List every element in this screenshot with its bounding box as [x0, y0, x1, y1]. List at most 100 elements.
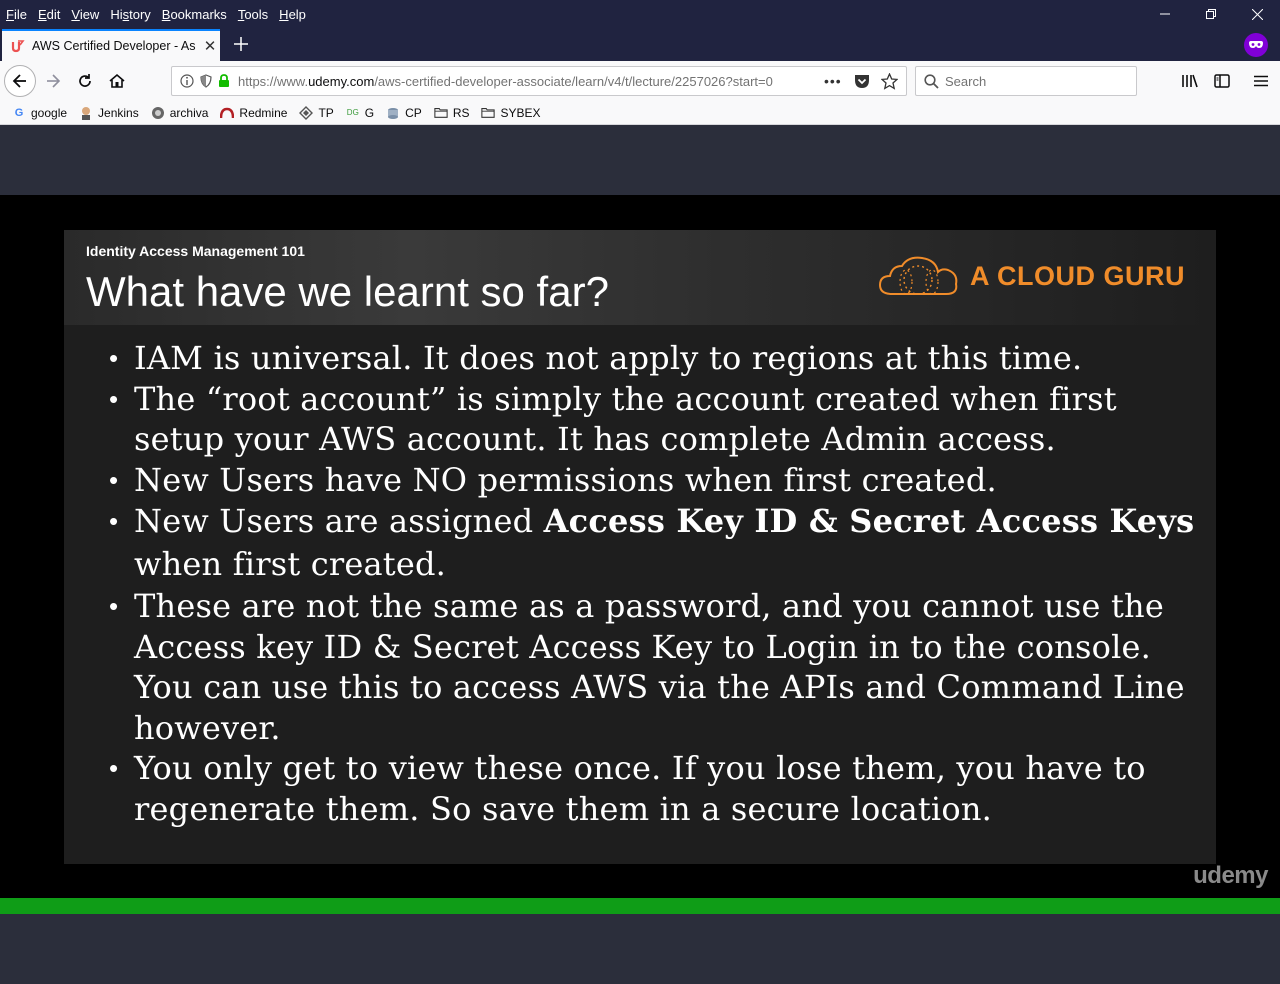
pocket-icon[interactable]	[854, 74, 870, 89]
menu-bar: File Edit View History Bookmarks Tools H…	[0, 0, 1280, 28]
library-icon	[1182, 74, 1198, 88]
bullet-text-bold: Access Key ID & Secret Access Keys	[543, 502, 1195, 540]
bookmark-jenkins[interactable]: Jenkins	[79, 106, 139, 120]
folder-icon	[481, 106, 496, 120]
menu-history-rest: tory	[129, 6, 151, 22]
info-icon[interactable]	[180, 74, 194, 88]
bullet-item: These are not the same as a password, an…	[109, 586, 1199, 748]
page-content: Identity Access Management 101 What have…	[0, 125, 1280, 984]
bookmark-label: Redmine	[239, 105, 288, 120]
bookmark-redmine[interactable]: Redmine	[220, 106, 287, 120]
bullet-list: IAM is universal. It does not apply to r…	[109, 338, 1199, 829]
private-browsing-icon	[1244, 33, 1268, 57]
restore-icon	[1206, 9, 1216, 19]
logo-text: A CLOUD GURU	[970, 260, 1185, 291]
menu-bookmarks[interactable]: Bookmarks	[162, 7, 227, 22]
minimize-button[interactable]	[1142, 0, 1188, 28]
menu-view[interactable]: View	[71, 7, 99, 22]
home-button[interactable]	[102, 66, 132, 96]
bookmark-label: TP	[318, 105, 334, 120]
library-button[interactable]	[1175, 66, 1205, 96]
search-bar[interactable]	[915, 66, 1137, 96]
menu-file[interactable]: File	[6, 7, 27, 22]
url-prefix: https://www.	[238, 73, 309, 89]
arrow-left-icon	[12, 74, 26, 88]
g-icon: DG	[346, 108, 359, 117]
menu-help-rest: elp	[288, 6, 306, 22]
udemy-favicon-icon	[10, 38, 26, 54]
home-icon	[109, 73, 125, 88]
search-icon	[924, 73, 939, 89]
udemy-watermark: udemy	[1193, 862, 1268, 889]
bookmark-archiva[interactable]: archiva	[151, 105, 209, 120]
archiva-icon	[151, 106, 165, 120]
redmine-icon	[220, 106, 235, 120]
close-window-button[interactable]	[1234, 0, 1280, 28]
slide-title: What have we learnt so far?	[86, 268, 609, 315]
bullet-item: New Users have NO permissions when first…	[109, 460, 1199, 501]
menu-edit[interactable]: Edit	[38, 7, 60, 22]
new-tab-button[interactable]	[228, 29, 254, 59]
cp-icon	[386, 106, 400, 120]
menu-history[interactable]: History	[110, 7, 150, 22]
bookmark-label: Jenkins	[98, 105, 139, 120]
bookmark-label: G	[364, 105, 375, 120]
url-bar[interactable]: https://www.udemy.com/aws-certified-deve…	[171, 66, 907, 96]
bookmark-google[interactable]: Ggoogle	[12, 106, 67, 120]
menu-button[interactable]	[1246, 66, 1276, 96]
close-icon	[1251, 8, 1263, 20]
cloud-guru-logo: A CLOUD GURU	[878, 254, 1185, 298]
jenkins-icon	[79, 106, 93, 120]
tab-udemy[interactable]: AWS Certified Developer - Associate ✕	[2, 29, 220, 61]
page-actions-button[interactable]: •••	[824, 73, 842, 89]
reload-button[interactable]	[70, 66, 100, 96]
minimize-icon	[1160, 13, 1170, 15]
back-button[interactable]	[4, 65, 36, 97]
bullet-item: IAM is universal. It does not apply to r…	[109, 338, 1199, 379]
bookmark-folder-rs[interactable]: RS	[434, 106, 469, 120]
restore-button[interactable]	[1188, 0, 1234, 28]
bookmark-g[interactable]: DG G	[346, 106, 374, 120]
sidebar-button[interactable]	[1207, 66, 1237, 96]
bullet-text-pre: New Users are assigned	[134, 502, 544, 540]
sidebar-icon	[1214, 74, 1230, 88]
cloud-icon	[878, 256, 958, 295]
star-icon[interactable]	[881, 73, 898, 90]
folder-icon	[434, 106, 448, 120]
video-progress-bar[interactable]	[0, 898, 1280, 914]
menu-history-pre: Hi	[110, 6, 123, 22]
menu-file-rest: ile	[13, 6, 27, 22]
menu-tools[interactable]: Tools	[238, 7, 268, 22]
window-controls	[1142, 0, 1280, 28]
bookmark-tp[interactable]: TP	[299, 105, 334, 120]
bookmark-label: archiva	[169, 105, 209, 120]
search-input[interactable]	[945, 73, 1125, 89]
slide-body: IAM is universal. It does not apply to r…	[109, 338, 1199, 829]
bullet-text-post: when first created.	[134, 545, 447, 583]
hamburger-icon	[1254, 75, 1268, 87]
tab-close-icon[interactable]: ✕	[202, 38, 218, 55]
bookmark-label: CP	[405, 105, 422, 120]
bookmark-cp[interactable]: CP	[386, 106, 422, 120]
lock-icon[interactable]	[218, 74, 230, 88]
menu-edit-rest: dit	[46, 6, 61, 22]
slide-subtitle: Identity Access Management 101	[86, 243, 305, 259]
reload-icon	[79, 74, 91, 87]
url-path: /aws-certified-developer-associate/learn…	[374, 73, 773, 89]
bullet-item: The “root account” is simply the account…	[109, 379, 1199, 460]
arrow-right-icon	[47, 74, 61, 88]
forward-button[interactable]	[38, 66, 68, 96]
menu: File Edit View History Bookmarks Tools H…	[0, 7, 317, 22]
tab-strip: AWS Certified Developer - Associate ✕	[0, 28, 1280, 61]
menu-help[interactable]: Help	[279, 7, 306, 22]
bookmark-label: SYBEX	[500, 105, 541, 120]
tab-title: AWS Certified Developer - Associate	[32, 39, 196, 53]
bullet-item: You only get to view these once. If you …	[109, 748, 1199, 829]
video-player[interactable]: Identity Access Management 101 What have…	[0, 195, 1280, 898]
google-icon: G	[14, 106, 24, 119]
plus-icon	[234, 37, 248, 51]
tracking-shield-icon[interactable]	[200, 74, 212, 88]
bullet-item: New Users are assigned Access Key ID & S…	[109, 500, 1199, 586]
bookmark-folder-sybex[interactable]: SYBEX	[481, 105, 541, 120]
tp-icon	[299, 105, 314, 120]
